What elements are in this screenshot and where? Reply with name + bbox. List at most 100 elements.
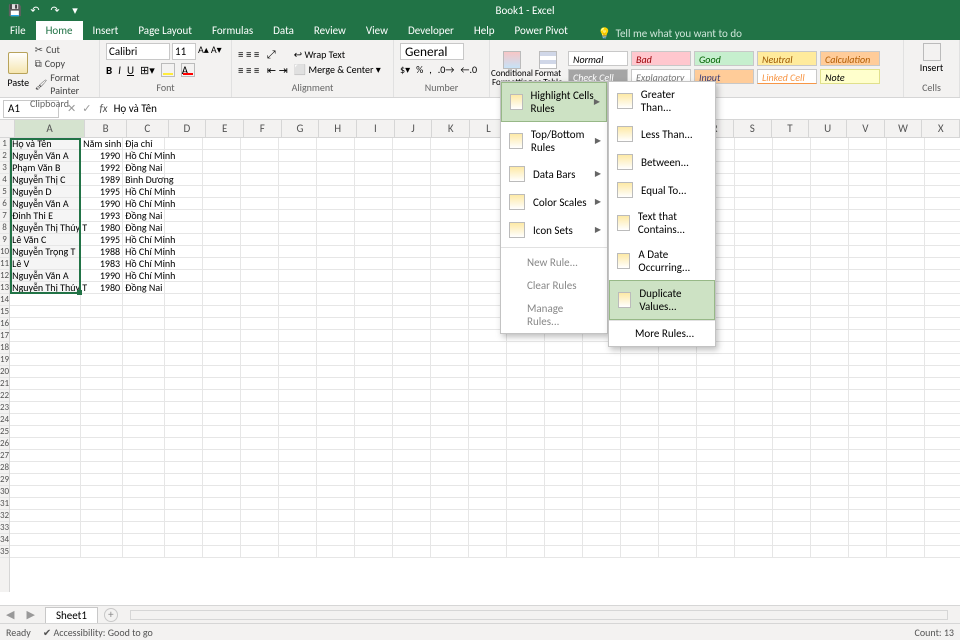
cell[interactable] [241, 162, 279, 173]
cell[interactable]: Hồ Chí Minh [123, 150, 165, 161]
cell[interactable] [165, 390, 203, 401]
cell[interactable] [317, 486, 355, 497]
cell[interactable] [393, 186, 431, 197]
cell[interactable] [773, 246, 811, 257]
cell[interactable] [621, 510, 659, 521]
cell[interactable] [355, 438, 393, 449]
cell[interactable]: Hồ Chí Minh [123, 246, 165, 257]
cell[interactable] [773, 510, 811, 521]
row-header[interactable]: 6 [0, 198, 9, 210]
cell[interactable] [811, 546, 849, 557]
cell[interactable] [545, 474, 583, 485]
cell[interactable] [887, 330, 925, 341]
cell[interactable] [393, 450, 431, 461]
cell[interactable] [317, 294, 355, 305]
column-header[interactable]: H [319, 120, 357, 137]
tab-data[interactable]: Data [263, 21, 304, 40]
cell[interactable] [317, 378, 355, 389]
cell[interactable] [773, 438, 811, 449]
cell[interactable] [203, 138, 241, 149]
cell[interactable]: Nguyễn Trọng T [10, 246, 81, 257]
cell[interactable] [241, 450, 279, 461]
cell[interactable]: 1989 [81, 174, 123, 185]
cell[interactable]: Địa chỉ [123, 138, 165, 149]
cell[interactable] [165, 438, 203, 449]
cell[interactable] [773, 162, 811, 173]
cell[interactable] [241, 402, 279, 413]
cell[interactable] [507, 342, 545, 353]
cell[interactable] [431, 438, 469, 449]
cell[interactable]: Đồng Nai [123, 162, 165, 173]
undo-icon[interactable]: ↶ [28, 3, 42, 17]
cell[interactable] [279, 438, 317, 449]
cell[interactable] [773, 186, 811, 197]
cell[interactable] [735, 510, 773, 521]
cell[interactable] [10, 306, 81, 317]
cell[interactable] [123, 378, 165, 389]
format-painter-button[interactable]: 🖌 Format Painter [35, 71, 93, 97]
cell[interactable] [659, 378, 697, 389]
cell[interactable] [887, 150, 925, 161]
cf-menu-item[interactable]: Top/Bottom Rules▶ [501, 122, 607, 160]
cell[interactable] [10, 390, 81, 401]
cell[interactable] [203, 222, 241, 233]
cell[interactable] [849, 450, 887, 461]
cell[interactable] [317, 258, 355, 269]
cell[interactable] [10, 510, 81, 521]
cell[interactable]: Đinh Thi E [10, 210, 81, 221]
cell[interactable] [545, 414, 583, 425]
row-header[interactable]: 8 [0, 222, 9, 234]
cell[interactable] [279, 210, 317, 221]
cell[interactable] [123, 354, 165, 365]
cell[interactable] [469, 402, 507, 413]
cell[interactable] [279, 258, 317, 269]
column-header[interactable]: E [206, 120, 244, 137]
cell[interactable] [355, 330, 393, 341]
cell[interactable] [203, 510, 241, 521]
row-header[interactable]: 1 [0, 138, 9, 150]
cell[interactable] [317, 390, 355, 401]
cell[interactable]: 1995 [81, 234, 123, 245]
cell[interactable] [811, 366, 849, 377]
cell[interactable] [241, 342, 279, 353]
cell[interactable] [697, 462, 735, 473]
cell[interactable] [507, 450, 545, 461]
cell[interactable] [887, 402, 925, 413]
cell[interactable] [123, 462, 165, 473]
cell[interactable] [925, 270, 960, 281]
cell[interactable] [10, 330, 81, 341]
cell[interactable] [431, 210, 469, 221]
cell[interactable]: Hồ Chí Minh [123, 186, 165, 197]
cell[interactable] [735, 162, 773, 173]
cell[interactable] [165, 366, 203, 377]
cell[interactable] [811, 450, 849, 461]
cell[interactable] [583, 402, 621, 413]
cell[interactable] [279, 282, 317, 293]
cell[interactable] [279, 138, 317, 149]
cell[interactable] [393, 234, 431, 245]
cell[interactable] [81, 306, 123, 317]
cell[interactable] [621, 390, 659, 401]
cell[interactable] [735, 174, 773, 185]
cell[interactable] [355, 510, 393, 521]
cell[interactable] [241, 210, 279, 221]
cell[interactable] [393, 426, 431, 437]
cell[interactable] [925, 510, 960, 521]
cell[interactable] [469, 450, 507, 461]
cell[interactable] [10, 414, 81, 425]
cell[interactable] [203, 258, 241, 269]
cell[interactable] [697, 522, 735, 533]
cell[interactable] [811, 258, 849, 269]
cell[interactable] [545, 462, 583, 473]
cell[interactable] [241, 438, 279, 449]
cell[interactable] [469, 426, 507, 437]
cell[interactable] [583, 474, 621, 485]
currency-button[interactable]: $▾ [400, 63, 410, 76]
row-header[interactable]: 27 [0, 450, 9, 462]
cell[interactable] [279, 330, 317, 341]
cell[interactable] [81, 498, 123, 509]
cell[interactable] [165, 234, 203, 245]
cell[interactable] [811, 486, 849, 497]
row-header[interactable]: 30 [0, 486, 9, 498]
cell[interactable] [697, 474, 735, 485]
